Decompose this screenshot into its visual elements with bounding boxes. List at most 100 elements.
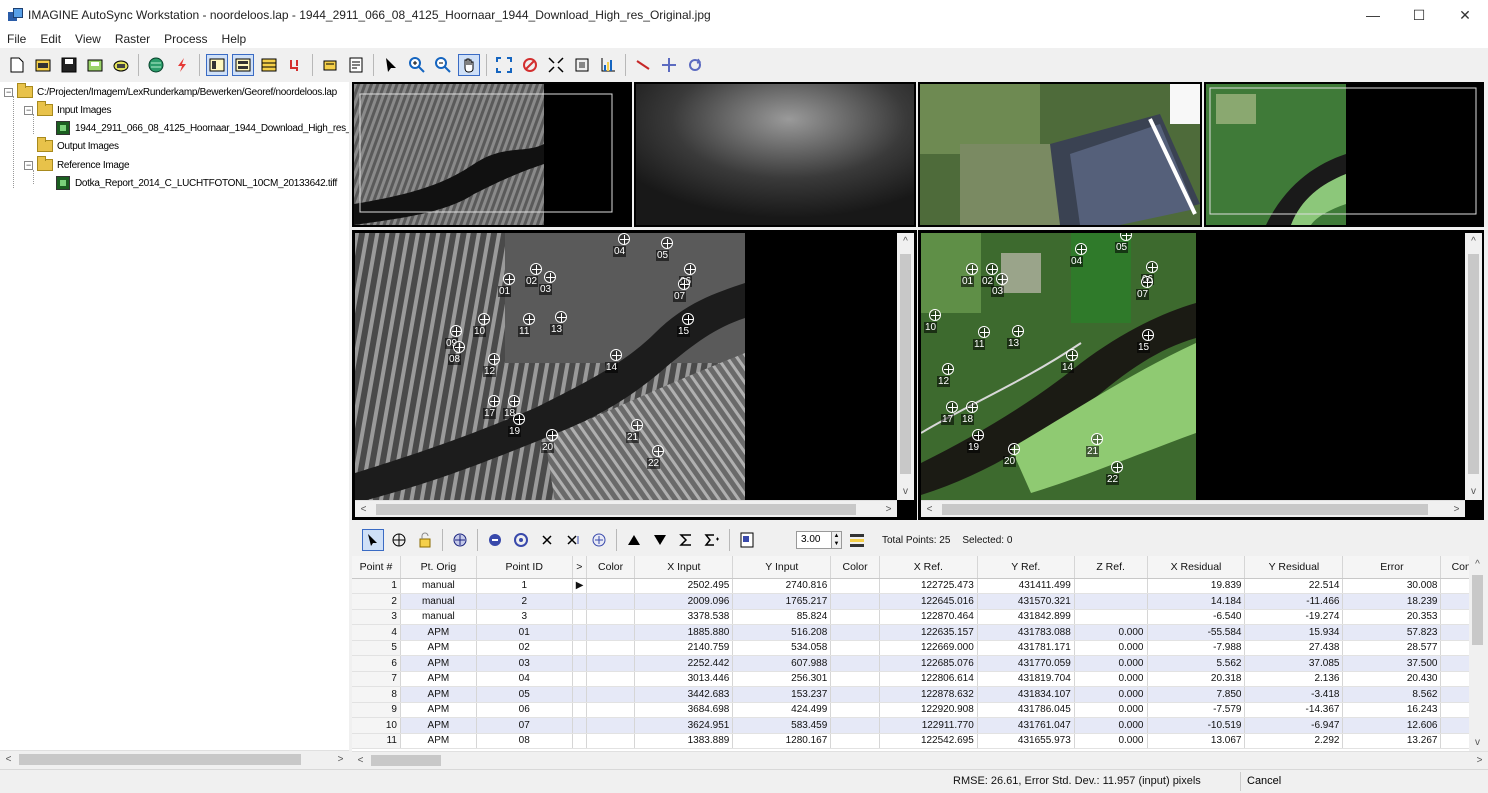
table-cell[interactable]: [586, 686, 636, 703]
table-cell[interactable]: 7: [352, 671, 401, 687]
sort-descending-button[interactable]: [649, 529, 671, 551]
table-cell[interactable]: 3684.698: [634, 702, 734, 718]
column-header[interactable]: Con: [1440, 556, 1469, 579]
scroll-up-icon[interactable]: ^: [903, 233, 908, 250]
scroll-right-icon[interactable]: >: [880, 504, 897, 515]
reference-view-vscrollbar[interactable]: ^ v: [1465, 233, 1482, 500]
gcp-marker[interactable]: 13: [1005, 325, 1033, 355]
table-cell[interactable]: 0.000: [1074, 717, 1148, 734]
table-cell[interactable]: 37.085: [1244, 655, 1344, 672]
table-cell[interactable]: APM: [400, 702, 477, 718]
tree-input-images[interactable]: − Input Images: [24, 101, 112, 118]
report-button[interactable]: [345, 54, 367, 76]
table-cell[interactable]: 122920.908: [879, 702, 978, 718]
table-cell[interactable]: [572, 671, 587, 687]
table-cell[interactable]: 10: [352, 717, 401, 734]
tree-input-file[interactable]: 1944_2911_066_08_4125_Hoornaar_1944_Down…: [56, 120, 349, 136]
table-cell[interactable]: 07: [476, 717, 573, 734]
table-row[interactable]: 5 APM 02 2140.759 534.058 122669.000 431781.17…: [352, 640, 1469, 656]
table-cell[interactable]: [586, 578, 636, 594]
menu-file[interactable]: File: [0, 32, 33, 46]
table-cell[interactable]: 7.850: [1147, 686, 1246, 703]
gcp-marker[interactable]: 08: [446, 341, 474, 371]
table-cell[interactable]: 2252.442: [634, 655, 734, 672]
column-header[interactable]: X Input: [634, 556, 734, 579]
table-cell[interactable]: [586, 655, 636, 672]
minimize-button[interactable]: —: [1350, 0, 1396, 30]
gcp-marker[interactable]: 18: [959, 401, 987, 431]
column-header[interactable]: Y Residual: [1244, 556, 1344, 579]
table-cell[interactable]: 534.058: [732, 640, 832, 656]
gcp-marker[interactable]: 12: [935, 363, 963, 393]
layout-view-2-button[interactable]: [232, 54, 254, 76]
gcp-marker[interactable]: 14: [1059, 349, 1087, 379]
table-cell[interactable]: [830, 593, 880, 610]
gcp-drive-left-button[interactable]: [484, 529, 506, 551]
table-cell[interactable]: 08: [476, 733, 573, 749]
table-cell[interactable]: [830, 655, 880, 672]
run-button[interactable]: [171, 54, 193, 76]
gcp-marker[interactable]: 04: [1068, 243, 1096, 273]
table-cell[interactable]: 13.267: [1342, 733, 1442, 749]
gcp-select-button[interactable]: [362, 529, 384, 551]
table-cell[interactable]: 2740.816: [732, 578, 832, 594]
table-cell[interactable]: 3624.951: [634, 717, 734, 734]
table-cell[interactable]: [1440, 609, 1469, 625]
shrink-button[interactable]: [545, 54, 567, 76]
table-row[interactable]: 3 manual 3 3378.538 85.824 122870.464 431842.8…: [352, 609, 1469, 625]
gcp-marker[interactable]: 22: [645, 445, 673, 475]
chart-button[interactable]: [597, 54, 619, 76]
table-cell[interactable]: 28.577: [1342, 640, 1442, 656]
tolerance-stepper[interactable]: ▲ ▼: [832, 531, 842, 549]
table-cell[interactable]: manual: [400, 593, 477, 610]
table-cell[interactable]: -7.988: [1147, 640, 1246, 656]
scroll-up-icon[interactable]: ^: [1475, 556, 1480, 573]
layout-view-1-button[interactable]: [206, 54, 228, 76]
gcp-marker[interactable]: 11: [971, 326, 999, 356]
table-row[interactable]: 4 APM 01 1885.880 516.208 122635.157 431783.08…: [352, 624, 1469, 641]
close-button[interactable]: ✕: [1442, 0, 1488, 30]
table-cell[interactable]: 11: [352, 733, 401, 749]
table-row[interactable]: 2 manual 2 2009.096 1765.217 122645.016 431570…: [352, 593, 1469, 610]
table-cell[interactable]: 3442.683: [634, 686, 734, 703]
table-cell[interactable]: APM: [400, 717, 477, 734]
table-cell[interactable]: 431761.047: [977, 717, 1075, 734]
table-cell[interactable]: [586, 702, 636, 718]
table-cell[interactable]: 16.243: [1342, 702, 1442, 718]
gcp-auto-button[interactable]: [449, 529, 471, 551]
table-cell[interactable]: [1440, 593, 1469, 610]
table-cell[interactable]: 3378.538: [634, 609, 734, 625]
table-cell[interactable]: 153.237: [732, 686, 832, 703]
table-cell[interactable]: [572, 733, 587, 749]
stop-button[interactable]: [519, 54, 541, 76]
table-cell[interactable]: 20.353: [1342, 609, 1442, 625]
table-cell[interactable]: [830, 686, 880, 703]
table-cell[interactable]: 122645.016: [879, 593, 978, 610]
gcp-marker[interactable]: 07: [671, 278, 699, 308]
table-cell[interactable]: [830, 702, 880, 718]
input-main-view[interactable]: 01 02 03 04 05 06 07 10 11 13 15 09 08 12 14 17 18 19 20 21…: [352, 230, 917, 520]
gcp-marker[interactable]: 15: [675, 313, 703, 343]
table-cell[interactable]: [586, 593, 636, 610]
table-cell[interactable]: 30.008: [1342, 578, 1442, 594]
refresh-button[interactable]: [684, 54, 706, 76]
column-header[interactable]: X Ref.: [879, 556, 978, 579]
table-cell[interactable]: 20.318: [1147, 671, 1246, 687]
gcp-marker[interactable]: 22: [1104, 461, 1132, 491]
gcp-marker[interactable]: 03: [989, 273, 1017, 303]
collapse-icon[interactable]: −: [24, 160, 33, 170]
table-row[interactable]: 8 APM 05 3442.683 153.237 122878.632 431834.10…: [352, 686, 1469, 703]
table-cell[interactable]: 122725.473: [879, 578, 978, 594]
table-cell[interactable]: [1074, 609, 1148, 625]
table-cell[interactable]: 431834.107: [977, 686, 1075, 703]
table-cell[interactable]: 122870.464: [879, 609, 978, 625]
gcp-marker[interactable]: 07: [1134, 276, 1162, 306]
table-cell[interactable]: 0.000: [1074, 686, 1148, 703]
table-cell[interactable]: 0.000: [1074, 671, 1148, 687]
table-cell[interactable]: -3.418: [1244, 686, 1344, 703]
table-cell[interactable]: 0.000: [1074, 733, 1148, 749]
table-cell[interactable]: [586, 609, 636, 625]
table-cell[interactable]: 57.823: [1342, 624, 1442, 641]
table-cell[interactable]: [1440, 624, 1469, 641]
gcp-marker[interactable]: 01: [496, 273, 524, 303]
